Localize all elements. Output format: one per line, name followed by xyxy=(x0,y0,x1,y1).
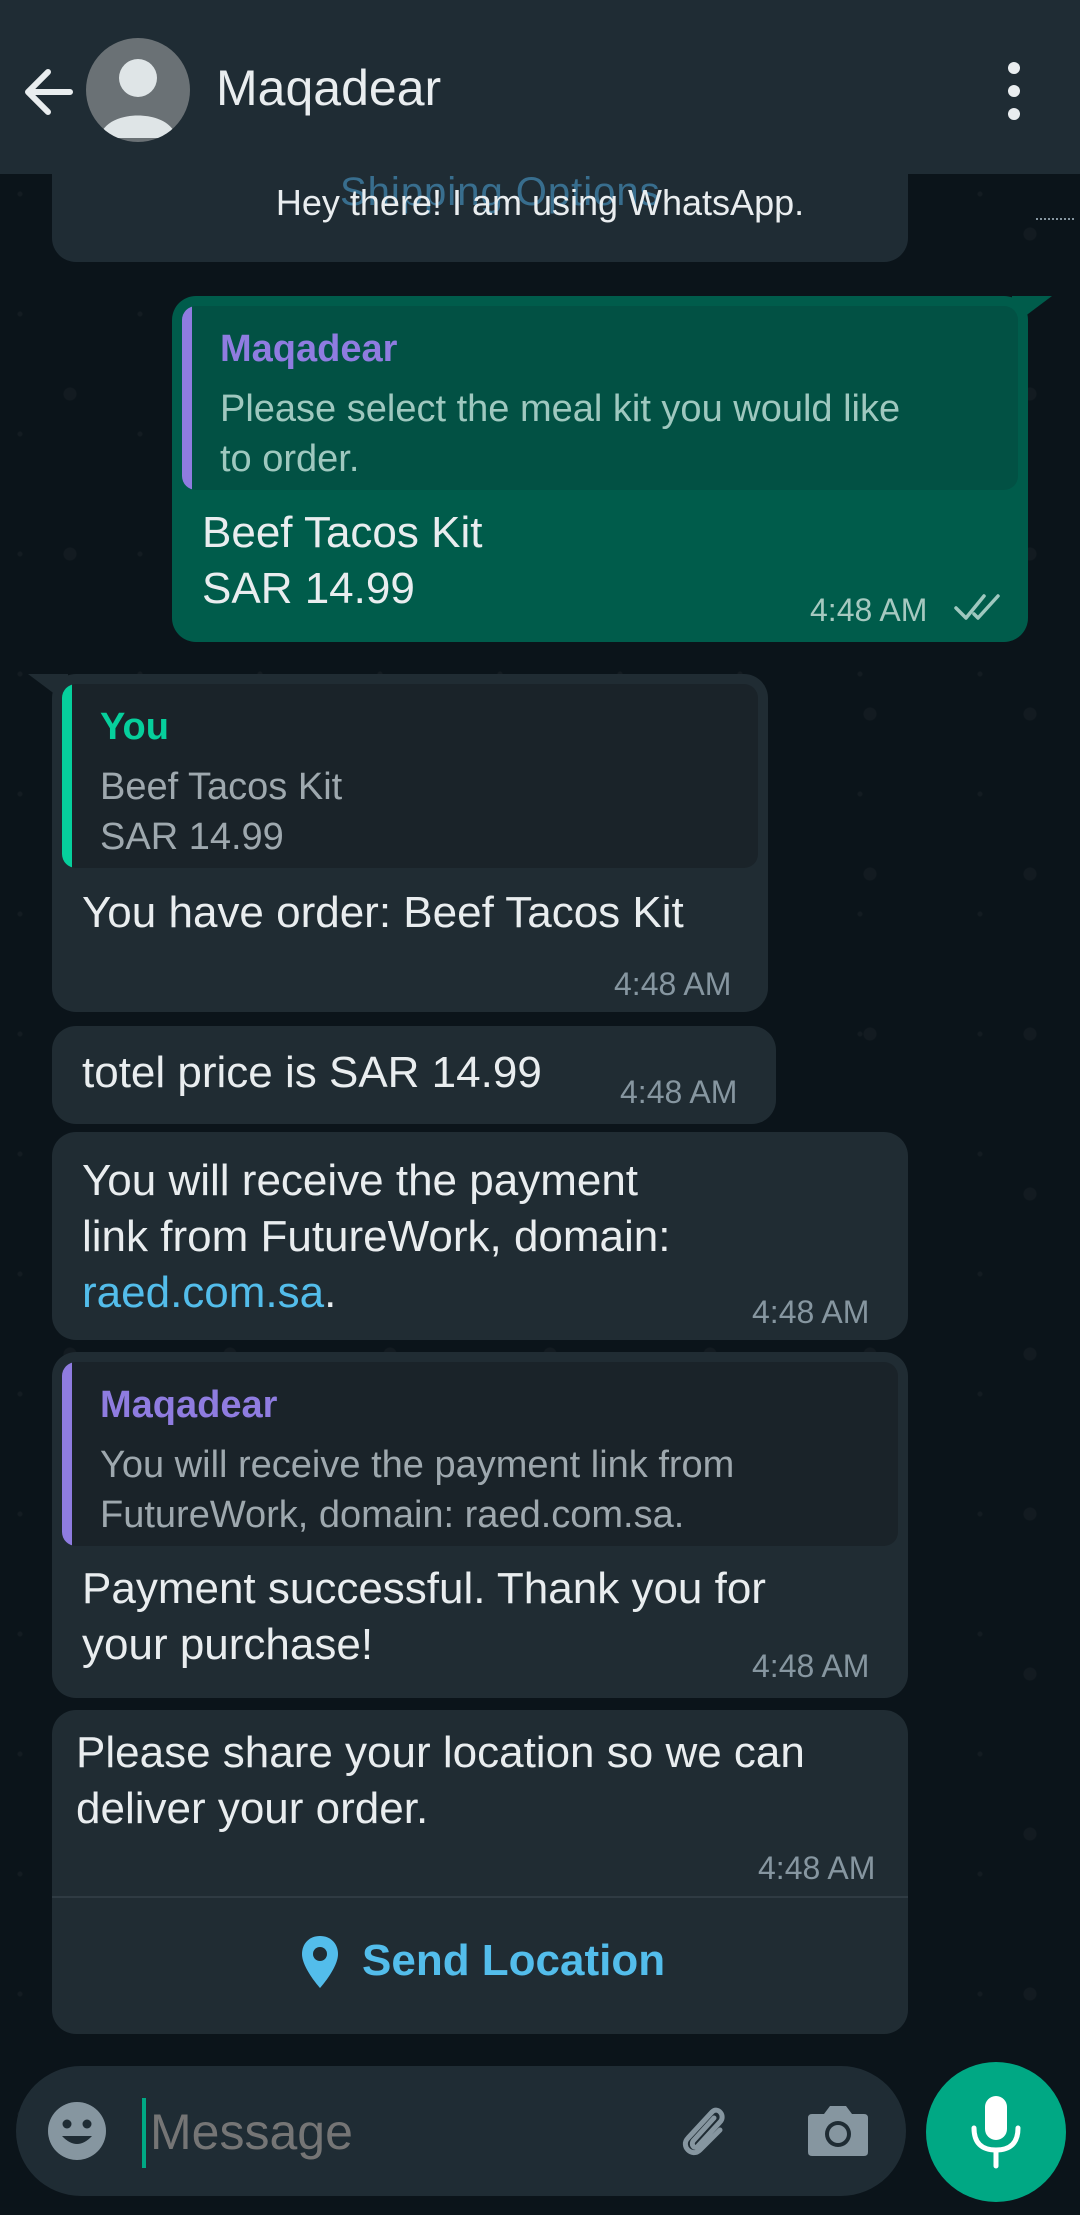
back-arrow-icon[interactable] xyxy=(20,52,80,132)
bubble-tail-icon xyxy=(1012,296,1052,326)
send-location-label: Send Location xyxy=(362,1936,666,1985)
contact-name[interactable]: Maqadear xyxy=(216,56,441,120)
message-time: 4:48 AM xyxy=(758,1850,876,1886)
message-text-line: Please share your location so we can xyxy=(76,1728,805,1777)
microphone-icon xyxy=(971,2096,1021,2169)
avatar-placeholder-icon[interactable] xyxy=(86,38,190,142)
quote-text-line: You will receive the payment link from xyxy=(100,1444,735,1486)
message-text-line: deliver your order. xyxy=(76,1784,429,1833)
quoted-message[interactable]: You Beef Tacos Kit SAR 14.99 xyxy=(62,684,758,868)
quote-text-line: FutureWork, domain: raed.com.sa. xyxy=(100,1494,685,1536)
message-text-line: Payment successful. Thank you for xyxy=(82,1564,766,1613)
quote-bar xyxy=(62,684,72,868)
status-dots xyxy=(1036,218,1074,222)
quote-bar xyxy=(62,1362,72,1546)
incoming-message[interactable]: You will receive the payment link from F… xyxy=(52,1132,908,1340)
message-text-line: totel price is SAR 14.99 xyxy=(82,1048,542,1097)
emoji-icon[interactable] xyxy=(46,2100,108,2162)
message-text-line: You will receive the payment xyxy=(82,1156,639,1205)
quote-text-line: SAR 14.99 xyxy=(100,816,284,858)
location-pin-icon xyxy=(302,1936,338,1988)
quote-text-line: to order. xyxy=(220,438,360,480)
quote-text-line: Please select the meal kit you would lik… xyxy=(220,388,901,430)
message-time: 4:48 AM xyxy=(620,1074,738,1110)
quote-sender: Maqadear xyxy=(100,1384,278,1426)
message-text-line: your purchase! xyxy=(82,1620,374,1669)
voice-record-button[interactable] xyxy=(926,2062,1066,2202)
text-cursor xyxy=(142,2098,146,2168)
incoming-message[interactable]: Maqadear You will receive the payment li… xyxy=(52,1352,908,1698)
incoming-message[interactable]: totel price is SAR 14.99 4:48 AM xyxy=(52,1026,776,1124)
camera-icon[interactable] xyxy=(806,2100,870,2160)
domain-link[interactable]: raed.com.sa xyxy=(82,1268,324,1317)
message-text-line: SAR 14.99 xyxy=(202,564,415,613)
message-time: 4:48 AM xyxy=(810,592,928,628)
attachment-icon[interactable] xyxy=(670,2096,740,2166)
chat-header: Maqadear xyxy=(0,0,1080,174)
message-time: 4:48 AM xyxy=(614,966,732,1002)
quote-sender: Maqadear xyxy=(220,328,398,370)
quoted-message[interactable]: Maqadear You will receive the payment li… xyxy=(62,1362,898,1546)
more-vertical-icon[interactable] xyxy=(994,58,1034,128)
incoming-message[interactable]: Please share your location so we can del… xyxy=(52,1710,908,2034)
message-text-line: link from FutureWork, domain: xyxy=(82,1212,671,1261)
double-check-icon xyxy=(954,594,1000,620)
incoming-message[interactable]: You Beef Tacos Kit SAR 14.99 You have or… xyxy=(28,674,768,1012)
contact-status-text: Hey there! I am using WhatsApp. xyxy=(275,182,805,223)
quote-bar xyxy=(182,306,192,490)
message-text-line: You have order: Beef Tacos Kit xyxy=(82,888,684,937)
message-input[interactable] xyxy=(148,2094,652,2170)
quote-text-line: Beef Tacos Kit xyxy=(100,766,343,808)
message-time: 4:48 AM xyxy=(752,1294,870,1330)
quote-sender: You xyxy=(100,706,169,748)
quoted-message[interactable]: Maqadear Please select the meal kit you … xyxy=(182,306,1018,490)
message-time: 4:48 AM xyxy=(752,1648,870,1684)
message-input-bar xyxy=(16,2066,906,2196)
message-text-line: Beef Tacos Kit xyxy=(202,508,483,557)
outgoing-message[interactable]: Maqadear Please select the meal kit you … xyxy=(172,296,1052,642)
send-location-button[interactable]: Send Location xyxy=(52,1898,908,2034)
message-text-line: raed.com.sa. xyxy=(82,1268,337,1317)
